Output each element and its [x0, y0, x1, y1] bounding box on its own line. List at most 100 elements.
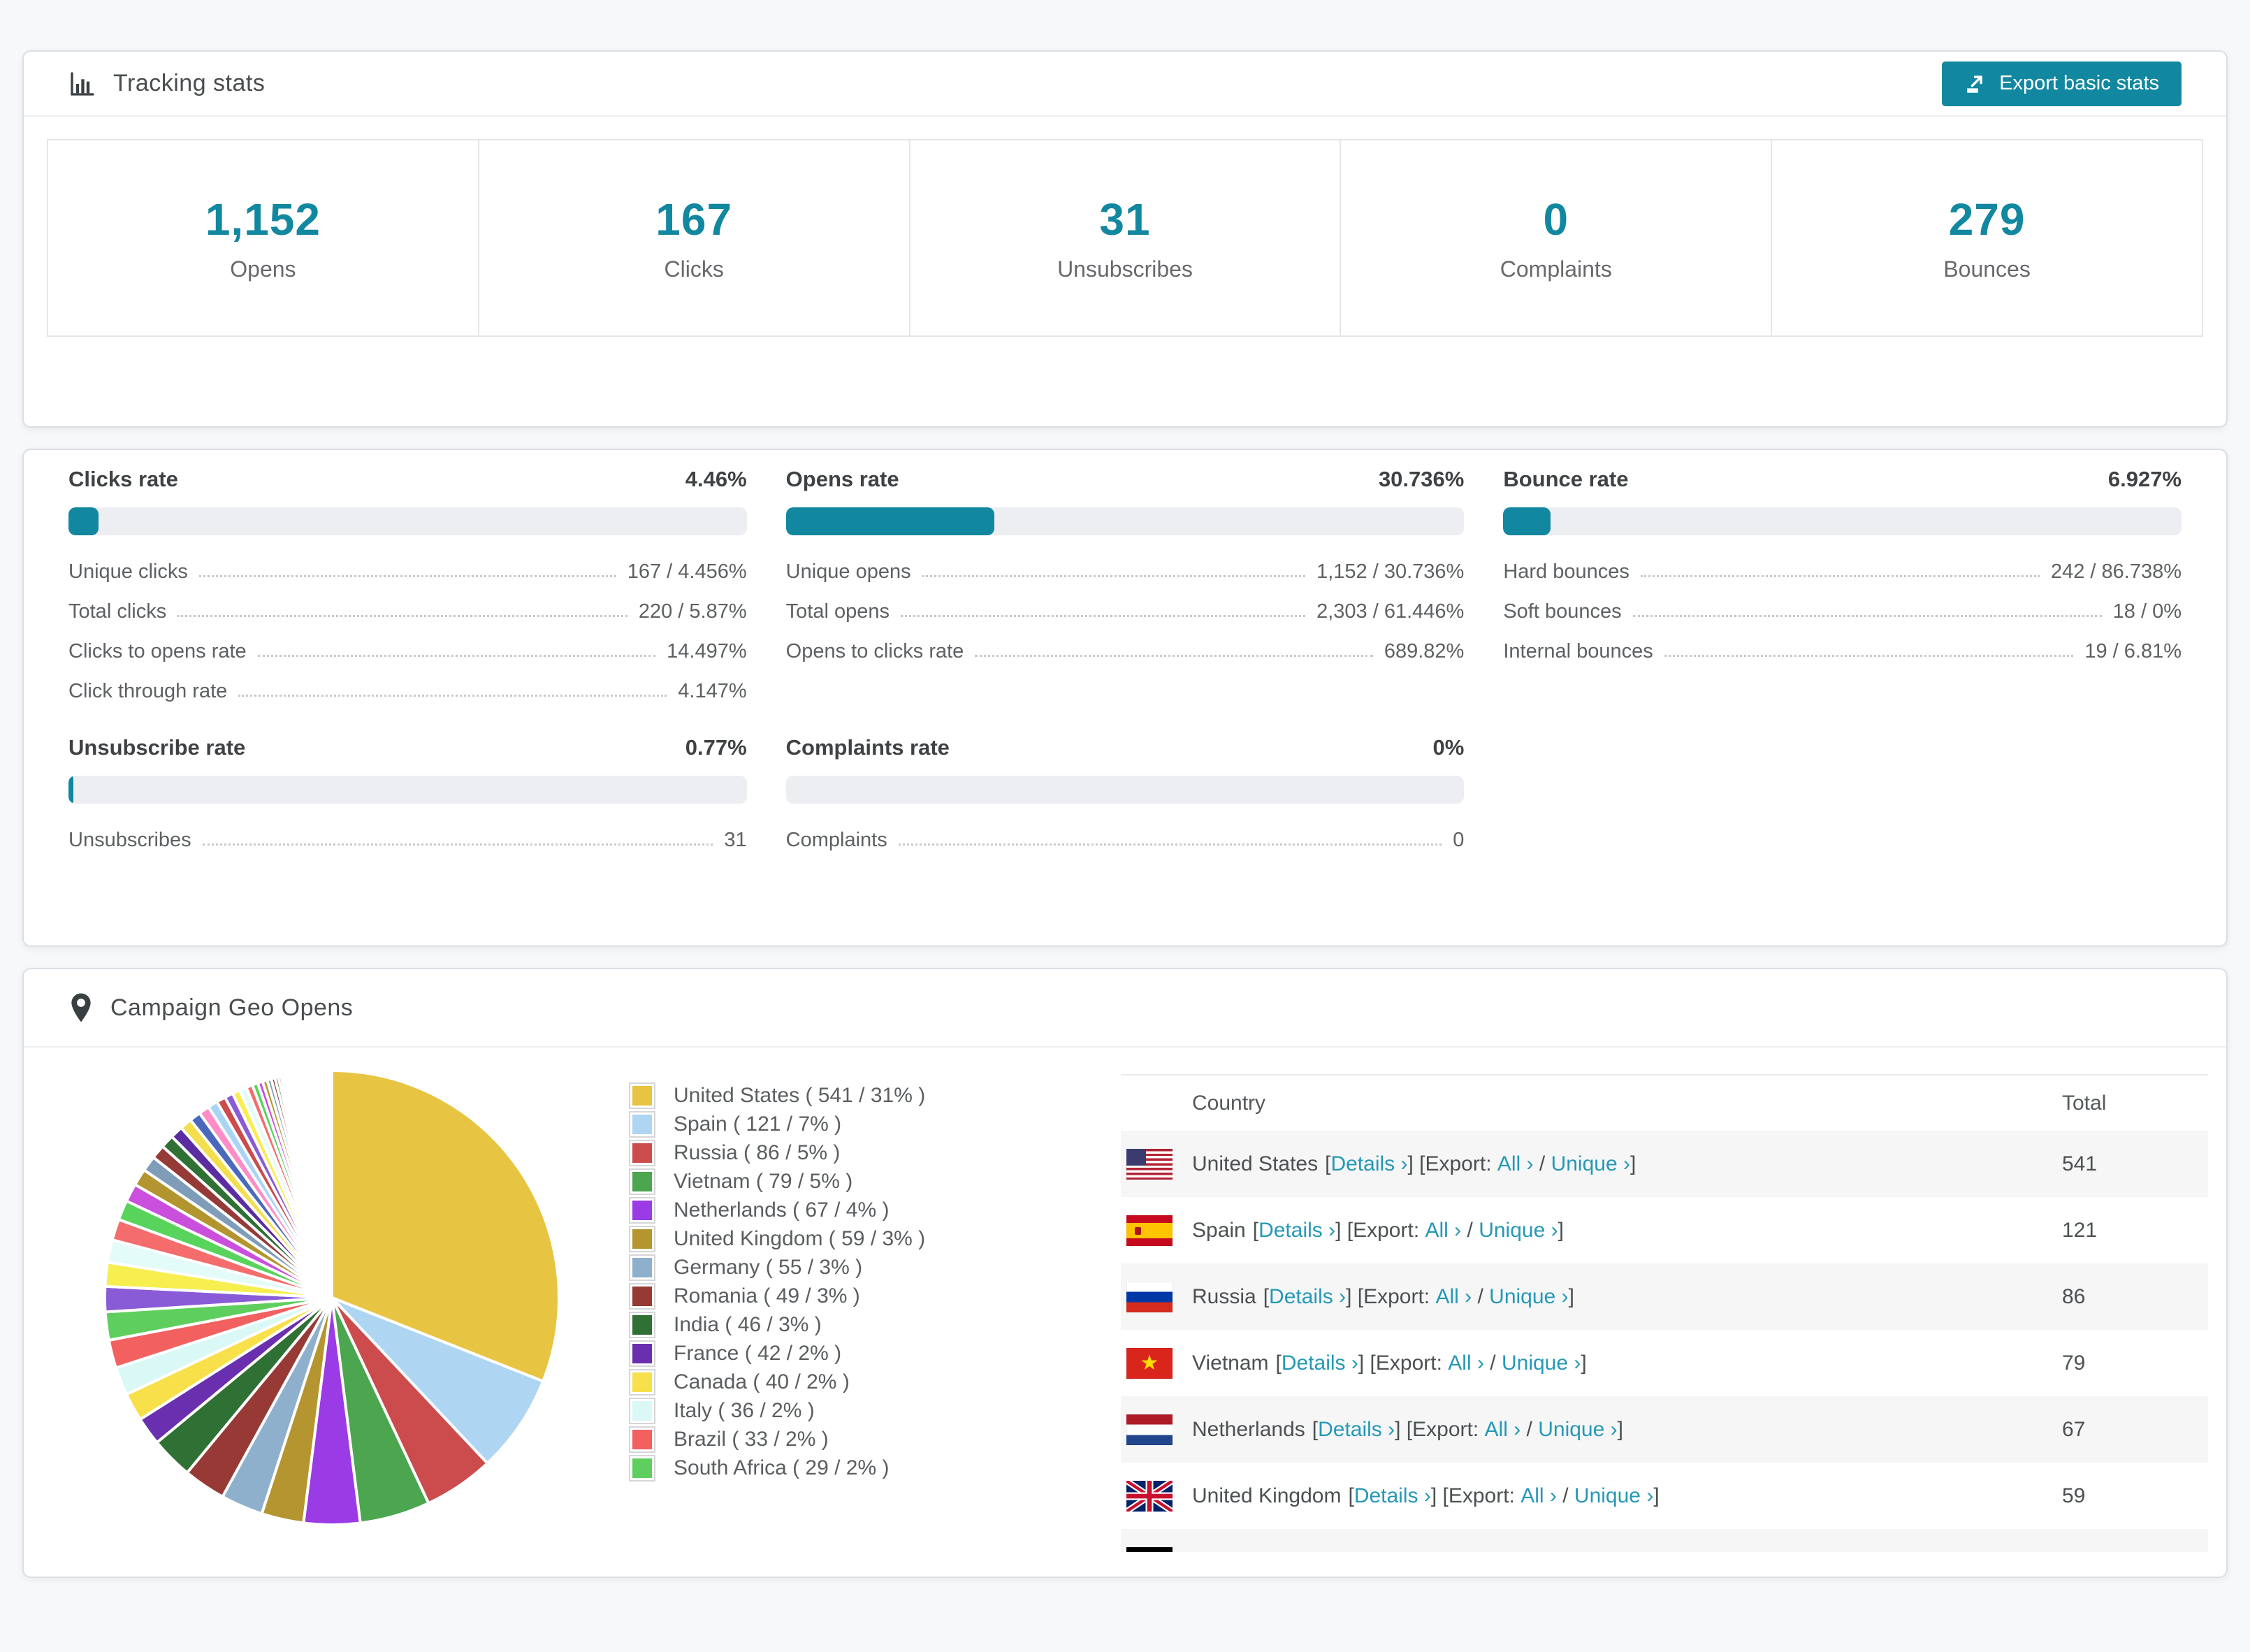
legend-swatch-icon: [629, 1311, 655, 1338]
slash-text: /: [1556, 1484, 1574, 1507]
bracket-text: [: [1275, 1351, 1282, 1375]
rate-title: Opens rate: [785, 467, 899, 491]
rate-progress-bar: [68, 776, 747, 804]
legend-item: India ( 46 / 3% ): [629, 1310, 1121, 1339]
rate-detail-row: Unsubscribes 31: [68, 812, 747, 852]
legend-item: Brazil ( 33 / 2% ): [629, 1425, 1121, 1454]
legend-swatch-icon: [629, 1082, 655, 1109]
stat-label: Unsubscribes: [1057, 256, 1193, 282]
legend-swatch-icon: [629, 1196, 655, 1224]
legend-item: Italy ( 36 / 2% ): [629, 1396, 1121, 1425]
dotted-leader: [1632, 615, 2102, 617]
rate-detail-value: 689.82%: [1384, 640, 1465, 662]
stat-label: Bounces: [1943, 256, 2031, 282]
legend-swatch-icon: [629, 1454, 655, 1481]
legend-swatch-icon: [629, 1340, 655, 1367]
details-link[interactable]: Details ›: [1330, 1152, 1407, 1176]
export-all-link[interactable]: All ›: [1520, 1484, 1557, 1508]
rate-detail-label: Unique opens: [785, 560, 911, 583]
country-table-row: [1121, 1529, 2208, 1552]
bracket-text: [: [1325, 1152, 1331, 1175]
dotted-leader: [1640, 575, 2040, 577]
rate-title: Bounce rate: [1503, 467, 1629, 491]
stat-value: 279: [1948, 194, 2026, 245]
bracket-text: [: [1252, 1218, 1259, 1242]
export-all-link[interactable]: All ›: [1448, 1352, 1484, 1375]
geo-body: United States ( 541 / 31% ) Spain ( 121 …: [24, 1048, 2226, 1577]
gb-flag-icon: [1126, 1480, 1173, 1512]
country-name: Vietnam: [1192, 1351, 1269, 1375]
rate-detail-value: 0: [1453, 829, 1465, 851]
stat-card-unsubscribes: 31 Unsubscribes: [908, 139, 1342, 337]
stat-value: 0: [1543, 194, 1569, 245]
rate-detail-value: 167 / 4.456%: [627, 560, 747, 583]
details-link[interactable]: Details ›: [1258, 1219, 1335, 1242]
rate-detail-row: Total clicks 220 / 5.87%: [68, 584, 747, 623]
us-flag-icon: [1126, 1148, 1173, 1180]
rate-detail-value: 220 / 5.87%: [638, 600, 747, 623]
tracking-stats-card: Tracking stats Export basic stats 1,152 …: [22, 50, 2228, 428]
export-all-link[interactable]: All ›: [1485, 1418, 1521, 1442]
rate-detail-row: Opens to clicks rate 689.82%: [786, 623, 1465, 663]
country-table-row: Russia [Details ›] [Export: All › / Uniqu…: [1121, 1263, 2208, 1330]
rate-value: 0.77%: [685, 735, 747, 760]
legend-item: South Africa ( 29 / 2% ): [629, 1454, 1121, 1482]
country-table-row: ★ Vietnam[Details ›] [Export: All › / Un…: [1121, 1330, 2208, 1396]
country-table-row: Netherlands[Details ›] [Export: All › / …: [1121, 1396, 2208, 1463]
legend-label: United States ( 541 / 31% ): [674, 1083, 926, 1107]
rate-detail-label: Total clicks: [68, 600, 167, 623]
rate-detail-label: Opens to clicks rate: [785, 640, 964, 662]
table-header-row: Country Total: [1121, 1074, 2208, 1131]
dotted-leader: [1664, 655, 2074, 657]
export-unique-link[interactable]: Unique ›: [1551, 1152, 1630, 1176]
stat-card-bounces: 279 Bounces: [1771, 139, 2203, 337]
rate-block: Opens rate 30.736% Unique opens 1,152 / …: [785, 467, 1465, 703]
rate-detail-value: 1,152 / 30.736%: [1316, 560, 1465, 583]
legend-label: Italy ( 36 / 2% ): [674, 1398, 815, 1422]
country-total: 541: [2062, 1152, 2098, 1175]
stat-value: 167: [655, 194, 733, 245]
legend-swatch-icon: [629, 1254, 655, 1281]
export-prefix-text: ] [Export:: [1346, 1284, 1436, 1308]
details-link[interactable]: Details ›: [1269, 1285, 1346, 1309]
rate-title: Clicks rate: [68, 467, 178, 491]
legend-swatch-icon: [629, 1397, 655, 1424]
slash-text: /: [1461, 1218, 1479, 1242]
export-unique-link[interactable]: Unique ›: [1538, 1418, 1617, 1442]
details-link[interactable]: Details ›: [1354, 1484, 1431, 1508]
export-unique-link[interactable]: Unique ›: [1574, 1484, 1653, 1508]
rate-progress-fill: [68, 776, 74, 804]
map-pin-icon: [68, 992, 94, 1023]
legend-label: Vietnam ( 79 / 5% ): [674, 1169, 853, 1193]
legend-item: United States ( 541 / 31% ): [629, 1081, 1121, 1110]
rate-detail-value: 4.147%: [678, 680, 747, 702]
rate-detail-value: 14.497%: [667, 640, 747, 662]
legend-item: France ( 42 / 2% ): [629, 1339, 1121, 1368]
rate-title: Unsubscribe rate: [68, 735, 246, 760]
legend-item: Germany ( 55 / 3% ): [629, 1253, 1121, 1282]
rate-progress-bar: [68, 507, 747, 535]
legend-label: Canada ( 40 / 2% ): [674, 1370, 850, 1393]
export-all-link[interactable]: All ›: [1435, 1285, 1472, 1309]
export-unique-link[interactable]: Unique ›: [1489, 1285, 1568, 1309]
export-all-link[interactable]: All ›: [1425, 1219, 1462, 1242]
details-link[interactable]: Details ›: [1318, 1418, 1395, 1442]
es-flag-icon: [1126, 1215, 1173, 1246]
export-unique-link[interactable]: Unique ›: [1479, 1219, 1558, 1242]
legend-item: Canada ( 40 / 2% ): [629, 1368, 1121, 1396]
export-basic-stats-button[interactable]: Export basic stats: [1942, 61, 2182, 106]
country-total: 79: [2062, 1351, 2086, 1375]
export-unique-link[interactable]: Unique ›: [1502, 1352, 1581, 1375]
rate-detail-row: Hard bounces 242 / 86.738%: [1503, 544, 2182, 584]
vn-flag-icon: ★: [1126, 1347, 1173, 1379]
rate-block: Complaints rate 0% Complaints 0: [785, 735, 1465, 852]
rate-detail-label: Soft bounces: [1503, 600, 1622, 623]
rate-value: 6.927%: [2107, 467, 2182, 491]
details-link[interactable]: Details ›: [1282, 1352, 1358, 1375]
legend-swatch-icon: [629, 1426, 655, 1453]
bracket-text: ]: [1617, 1417, 1623, 1441]
export-all-link[interactable]: All ›: [1497, 1152, 1534, 1176]
pie-svg: [103, 1068, 560, 1526]
dotted-leader: [975, 655, 1373, 657]
rate-block: Bounce rate 6.927% Hard bounces 242 / 86…: [1503, 467, 2182, 703]
